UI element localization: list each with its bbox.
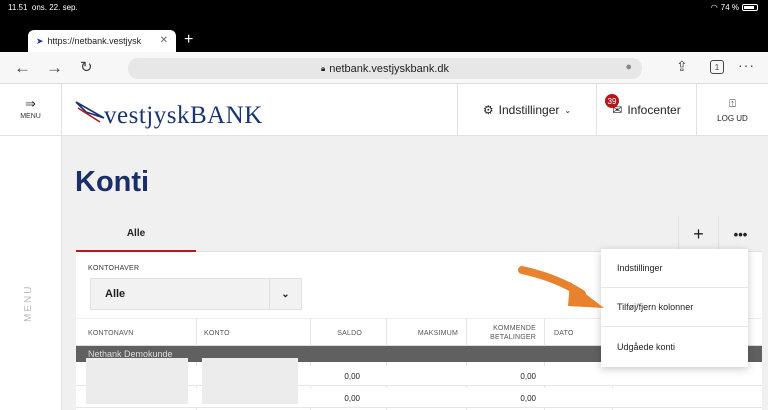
reload-icon[interactable]: ↻ <box>80 58 93 76</box>
gear-icon: ⚙ <box>482 103 494 117</box>
menu-item-indstillinger[interactable]: Indstillinger <box>601 249 748 288</box>
page-title: Konti <box>75 166 150 198</box>
redacted-block <box>86 358 188 404</box>
plus-icon: + <box>693 223 704 244</box>
close-tab-icon[interactable]: ✕ <box>160 35 168 46</box>
infocenter-label: Infocenter <box>627 103 681 117</box>
status-time: 11.51 ons. 22. sep. <box>8 3 78 12</box>
address-bar[interactable]: 🔒︎ netbank.vestjyskbank.dk ● <box>128 58 642 79</box>
browser-tab-title: https://netbank.vestjysk <box>47 36 142 46</box>
column-header[interactable]: MAKSIMUM <box>386 319 458 347</box>
kontohaver-select[interactable]: Alle ⌄ <box>90 278 302 310</box>
menu-arrow-icon: ⇒ <box>25 96 36 111</box>
side-rail-label[interactable]: MENU <box>23 285 34 322</box>
menu-item-expired-accounts[interactable]: Udgåede konti <box>601 327 748 366</box>
redacted-block <box>202 358 298 404</box>
column-header[interactable]: SALDO <box>310 319 362 347</box>
infocenter-badge: 39 <box>605 94 619 108</box>
dots-icon: ••• <box>733 226 748 242</box>
saldo-cell: 0,00 <box>344 393 360 403</box>
chevron-down-icon: ⌄ <box>564 105 572 115</box>
column-header[interactable]: KONTONAVN <box>88 319 198 347</box>
logout-icon: ⍐ <box>729 97 736 110</box>
logo-text: vestjyskBANK <box>104 102 263 129</box>
tab-alle[interactable]: Alle <box>76 216 196 252</box>
share-icon[interactable]: ⇪ <box>676 58 688 75</box>
column-header[interactable]: KOMMENDE BETALINGER <box>472 319 536 347</box>
bank-logo[interactable]: vestjyskBANK <box>74 92 263 128</box>
favicon-icon: ➤ <box>36 35 44 46</box>
add-button[interactable]: + <box>678 216 718 252</box>
side-rail: MENU <box>0 136 62 410</box>
saldo-cell: 0,00 <box>344 371 360 381</box>
infocenter-button[interactable]: 39 ✉ Infocenter <box>596 84 696 136</box>
menu-label: MENU <box>20 113 41 120</box>
annotation-arrow-icon <box>518 266 604 308</box>
chevron-down-icon: ⌄ <box>269 279 301 309</box>
microphone-icon[interactable]: ● <box>625 61 632 73</box>
logout-label: LOG UD <box>717 113 748 123</box>
column-header[interactable]: KONTO <box>204 319 304 347</box>
new-tab-button[interactable]: + <box>184 31 193 49</box>
more-icon[interactable]: ··· <box>738 57 755 73</box>
battery-percent: 74 % <box>720 3 739 12</box>
bank-header: ⇒ MENU vestjyskBANK ⚙ Indstillinger ⌄ 39… <box>0 84 768 136</box>
column-header[interactable]: DATO <box>554 319 594 347</box>
back-icon[interactable]: ← <box>14 58 31 78</box>
wifi-icon: ◠ <box>710 3 718 12</box>
menu-item-add-remove-columns[interactable]: Tilføj/fjern kolonner <box>601 288 748 327</box>
browser-toolbar: ← → ↻ 🔒︎ netbank.vestjyskbank.dk ● ⇪ 1 ·… <box>0 52 768 84</box>
filter-label: KONTOHAVER <box>88 265 140 272</box>
settings-label: Indstillinger <box>498 103 560 117</box>
browser-tab-strip: ➤ https://netbank.vestjysk ✕ + <box>0 14 768 52</box>
settings-menu[interactable]: ⚙ Indstillinger ⌄ <box>457 84 596 136</box>
browser-tab[interactable]: ➤ https://netbank.vestjysk ✕ <box>28 30 176 52</box>
address-text: netbank.vestjyskbank.dk <box>329 62 450 75</box>
tabs-overview-button[interactable]: 1 <box>710 60 724 74</box>
status-bar: 11.51 ons. 22. sep. ◠ 74 % <box>0 0 768 14</box>
logout-button[interactable]: ⍐ LOG UD <box>696 84 768 136</box>
kommende-cell: 0,00 <box>520 393 536 403</box>
status-indicators: ◠ 74 % <box>711 3 758 12</box>
battery-icon <box>742 4 758 11</box>
forward-icon[interactable]: → <box>46 58 63 78</box>
more-options-button[interactable]: ••• <box>718 216 762 252</box>
bird-logo-icon <box>75 101 105 123</box>
kontohaver-value: Alle <box>105 288 126 300</box>
options-dropdown: Indstillinger Tilføj/fjern kolonner Udgå… <box>601 249 748 367</box>
kommende-cell: 0,00 <box>520 371 536 381</box>
account-tabs: Alle + ••• <box>76 216 762 252</box>
lock-icon: 🔒︎ <box>320 63 326 73</box>
menu-button[interactable]: ⇒ MENU <box>0 84 62 136</box>
